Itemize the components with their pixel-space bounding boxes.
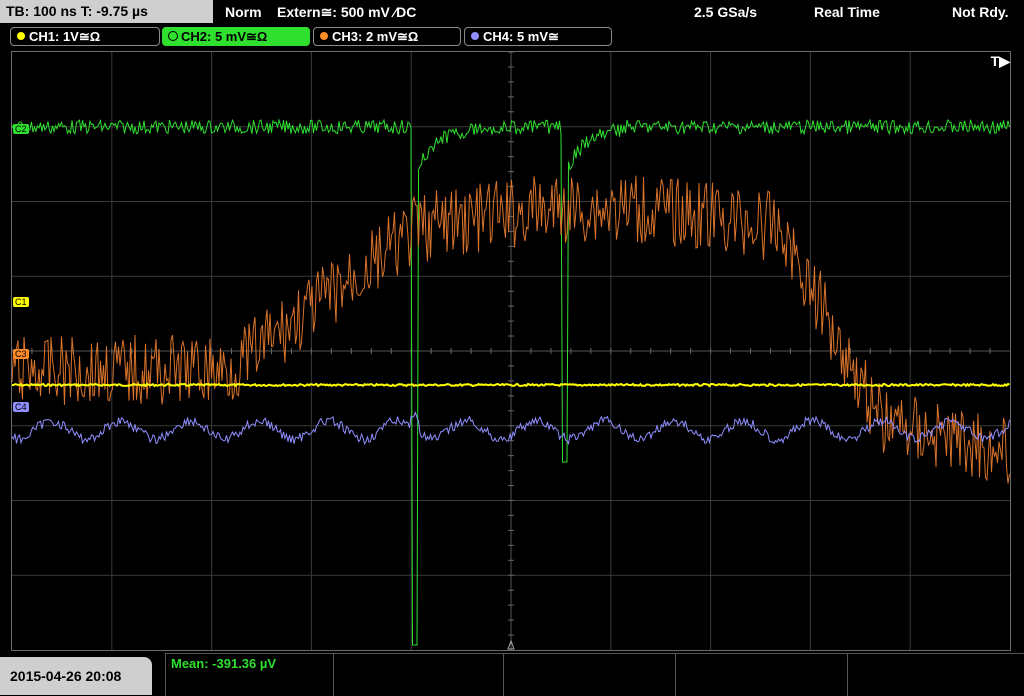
measurement-cell-4[interactable] bbox=[675, 654, 847, 696]
channel-2-tab[interactable]: CH2: 5 mV≅Ω bbox=[162, 27, 310, 46]
timebase-readout[interactable]: TB: 100 ns T: -9.75 µs bbox=[0, 0, 213, 23]
measurement-cell-3[interactable] bbox=[503, 654, 675, 696]
acquisition-mode: Real Time bbox=[814, 4, 880, 20]
channel-1-dot-icon bbox=[17, 32, 25, 40]
bottom-bar: 2015-04-26 20:08 Mean: -391.36 µV bbox=[0, 652, 1024, 696]
channel-1-offset-marker[interactable]: C1 bbox=[13, 297, 29, 307]
channel-3-tab[interactable]: CH3: 2 mV≅Ω bbox=[313, 27, 461, 46]
sample-rate: 2.5 GSa/s bbox=[694, 4, 758, 20]
channel-3-offset-marker[interactable]: C3 bbox=[13, 349, 29, 359]
channel-1-label: CH1: 1V≅Ω bbox=[29, 29, 101, 44]
channel-3-label: CH3: 2 mV≅Ω bbox=[332, 29, 419, 44]
trigger-source[interactable]: Extern≅: 500 mV ⁄DC bbox=[277, 0, 416, 24]
channel-tabs: CH1: 1V≅Ω CH2: 5 mV≅Ω CH3: 2 mV≅Ω CH4: 5… bbox=[0, 26, 1024, 48]
trigger-mode[interactable]: Norm bbox=[225, 0, 262, 24]
top-status-bar: TB: 100 ns T: -9.75 µs Norm Extern≅: 500… bbox=[0, 0, 1024, 24]
channel-4-offset-marker[interactable]: C4 bbox=[13, 402, 29, 412]
measurement-cell-2[interactable] bbox=[333, 654, 503, 696]
channel-4-label: CH4: 5 mV≅ bbox=[483, 29, 559, 44]
channel-4-tab[interactable]: CH4: 5 mV≅ bbox=[464, 27, 612, 46]
channel-2-label: CH2: 5 mV≅Ω bbox=[181, 29, 268, 44]
mean-measurement: Mean: -391.36 µV bbox=[171, 656, 277, 671]
channel-4-dot-icon bbox=[471, 32, 479, 40]
trigger-level-marker[interactable]: T▶ bbox=[991, 53, 1010, 70]
date-time: 2015-04-26 20:08 bbox=[0, 657, 152, 695]
acquisition-status: Not Rdy. bbox=[952, 4, 1009, 20]
channel-2-dot-icon bbox=[168, 31, 178, 41]
waveform-display[interactable] bbox=[11, 51, 1011, 651]
channel-1-tab[interactable]: CH1: 1V≅Ω bbox=[10, 27, 160, 46]
channel-2-offset-marker[interactable]: C2 bbox=[13, 124, 29, 134]
measurement-cell-5[interactable] bbox=[847, 654, 1024, 696]
measurement-cell-1[interactable]: Mean: -391.36 µV bbox=[165, 654, 333, 696]
channel-3-dot-icon bbox=[320, 32, 328, 40]
measurement-panel: Mean: -391.36 µV bbox=[165, 653, 1024, 696]
